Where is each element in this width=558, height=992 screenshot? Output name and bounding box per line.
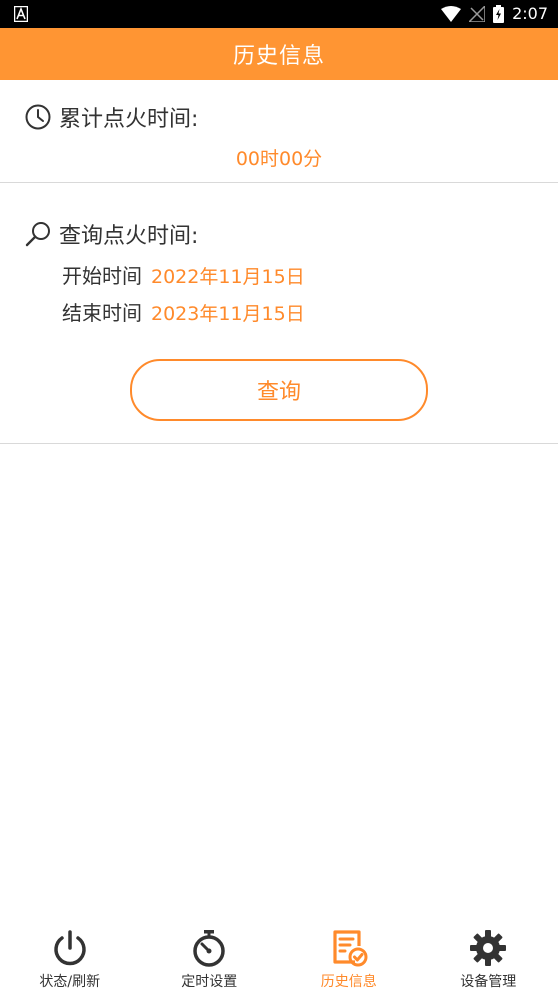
status-bar: 2:07 bbox=[0, 0, 558, 28]
power-icon bbox=[54, 930, 86, 966]
status-time: 2:07 bbox=[512, 4, 548, 23]
tab-history-info[interactable]: 历史信息 bbox=[279, 922, 419, 992]
history-document-icon bbox=[333, 930, 368, 967]
app-a-icon bbox=[14, 6, 28, 22]
query-ignition-section: 查询点火时间: 开始时间 2022年11月15日 结束时间 2023年11月15… bbox=[0, 183, 558, 444]
page-title: 历史信息 bbox=[232, 44, 325, 69]
stopwatch-icon bbox=[193, 930, 225, 967]
tab-label: 历史信息 bbox=[320, 974, 377, 990]
total-ignition-header: 累计点火时间: bbox=[25, 101, 198, 133]
query-ignition-label: 查询点火时间: bbox=[59, 224, 199, 249]
total-ignition-value: 00时00分 bbox=[235, 148, 323, 170]
end-date-label: 结束时间 bbox=[62, 301, 142, 325]
tab-device-management[interactable]: 设备管理 bbox=[419, 922, 558, 992]
query-button[interactable]: 查询 bbox=[130, 359, 428, 421]
end-date-value[interactable]: 2023年11月15日 bbox=[151, 299, 305, 326]
query-ignition-header: 查询点火时间: bbox=[25, 218, 198, 250]
bottom-tab-bar: 状态/刷新 定时设置 历史信息 设备管理 bbox=[0, 922, 558, 992]
start-date-label: 开始时间 bbox=[62, 264, 142, 288]
wifi-icon bbox=[441, 6, 462, 22]
tab-label: 状态/刷新 bbox=[39, 974, 101, 990]
total-ignition-section: 累计点火时间: 00时00分 bbox=[0, 80, 558, 183]
start-date-row[interactable]: 开始时间 2022年11月15日 bbox=[62, 260, 305, 289]
start-date-value[interactable]: 2022年11月15日 bbox=[151, 262, 305, 289]
screen: 2:07 历史信息 累计点火时间: 00时00分 查询点火时间: 开始时间 20… bbox=[0, 0, 558, 992]
tab-label: 设备管理 bbox=[460, 974, 517, 990]
tab-status-refresh[interactable]: 状态/刷新 bbox=[0, 922, 140, 992]
status-icons: 2:07 bbox=[441, 4, 548, 24]
clock-icon bbox=[25, 104, 51, 130]
signal-off-icon bbox=[469, 6, 486, 22]
gear-icon bbox=[470, 930, 507, 966]
search-icon bbox=[25, 222, 50, 247]
battery-charging-icon bbox=[493, 5, 505, 23]
title-bar: 历史信息 bbox=[0, 28, 558, 80]
end-date-row[interactable]: 结束时间 2023年11月15日 bbox=[62, 297, 305, 326]
total-ignition-label: 累计点火时间: bbox=[59, 107, 199, 132]
tab-label: 定时设置 bbox=[181, 974, 238, 990]
tab-timer-settings[interactable]: 定时设置 bbox=[140, 922, 280, 992]
